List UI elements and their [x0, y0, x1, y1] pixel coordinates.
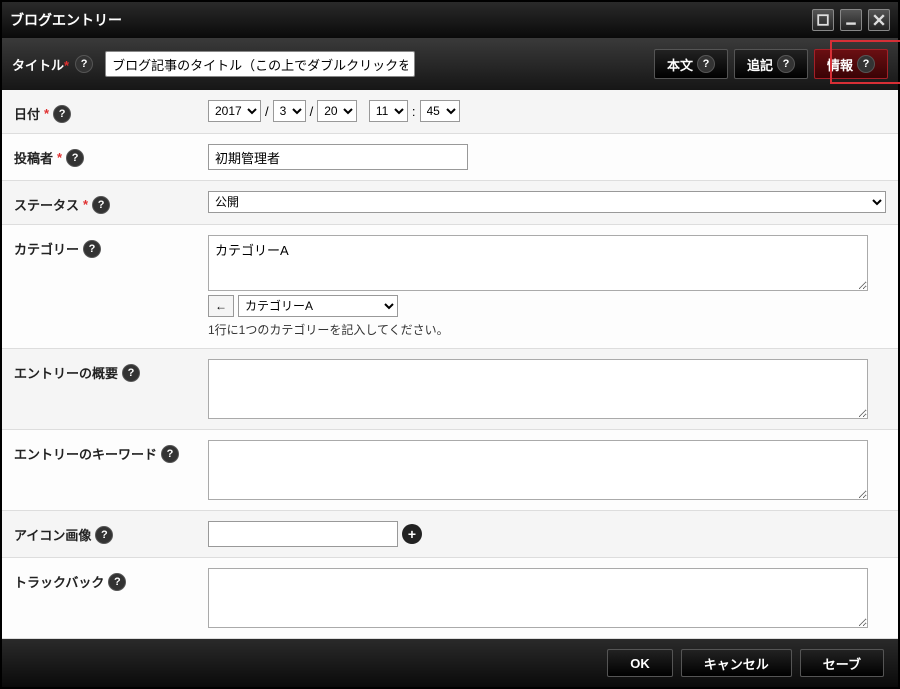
title-input[interactable]: [105, 51, 415, 77]
tab-append[interactable]: 追記?: [734, 49, 808, 79]
category-hint: 1行に1つのカテゴリーを記入してください。: [208, 321, 886, 338]
keywords-label: エントリーのキーワード: [14, 444, 157, 463]
icon-image-input[interactable]: [208, 521, 398, 547]
date-label: 日付: [14, 104, 40, 123]
help-icon[interactable]: ?: [95, 526, 113, 544]
add-icon[interactable]: +: [402, 524, 422, 544]
help-icon[interactable]: ?: [777, 55, 795, 73]
cancel-button[interactable]: キャンセル: [681, 649, 792, 677]
tab-body[interactable]: 本文?: [654, 49, 728, 79]
row-summary: エントリーの概要 ?: [2, 349, 898, 430]
row-trackback: トラックバック ?: [2, 558, 898, 639]
toolbar: タイトル* ? 本文? 追記? 情報?: [2, 38, 898, 90]
blog-entry-window: ブログエントリー タイトル* ? 本文? 追記? 情報? 日付* ? 2017 …: [0, 0, 900, 689]
form-body: 日付* ? 2017 / 3 / 20 11 : 45 投稿者* ? ステータス…: [2, 90, 898, 639]
trackback-label: トラックバック: [14, 572, 104, 591]
row-date: 日付* ? 2017 / 3 / 20 11 : 45: [2, 90, 898, 134]
category-label: カテゴリー: [14, 239, 79, 258]
date-hour-select[interactable]: 11: [369, 100, 408, 122]
help-icon[interactable]: ?: [83, 240, 101, 258]
maximize-icon[interactable]: [812, 9, 834, 31]
window-title: ブログエントリー: [10, 10, 806, 30]
save-button[interactable]: セーブ: [800, 649, 884, 677]
category-select[interactable]: カテゴリーA: [238, 295, 398, 317]
icon-image-label: アイコン画像: [14, 525, 91, 544]
date-month-select[interactable]: 3: [273, 100, 306, 122]
row-keywords: エントリーのキーワード ?: [2, 430, 898, 511]
status-label: ステータス: [14, 195, 79, 214]
category-add-button[interactable]: ←: [208, 295, 234, 317]
close-icon[interactable]: [868, 9, 890, 31]
summary-textarea[interactable]: [208, 359, 868, 419]
author-input[interactable]: [208, 144, 468, 170]
help-icon[interactable]: ?: [108, 573, 126, 591]
help-icon[interactable]: ?: [161, 445, 179, 463]
date-year-select[interactable]: 2017: [208, 100, 261, 122]
help-icon[interactable]: ?: [122, 364, 140, 382]
date-day-select[interactable]: 20: [317, 100, 357, 122]
help-icon[interactable]: ?: [857, 55, 875, 73]
row-icon: アイコン画像 ? +: [2, 511, 898, 558]
help-icon[interactable]: ?: [53, 105, 71, 123]
title-label: タイトル*: [12, 55, 69, 74]
help-icon[interactable]: ?: [697, 55, 715, 73]
status-select[interactable]: 公開: [208, 191, 886, 213]
tab-info[interactable]: 情報?: [814, 49, 888, 79]
row-status: ステータス* ? 公開: [2, 181, 898, 225]
trackback-textarea[interactable]: [208, 568, 868, 628]
date-minute-select[interactable]: 45: [420, 100, 460, 122]
minimize-icon[interactable]: [840, 9, 862, 31]
ok-button[interactable]: OK: [607, 649, 673, 677]
help-icon[interactable]: ?: [92, 196, 110, 214]
row-category: カテゴリー ? カテゴリーA ← カテゴリーA 1行に1つのカテゴリーを記入して…: [2, 225, 898, 349]
help-icon[interactable]: ?: [66, 149, 84, 167]
footer: OK キャンセル セーブ: [2, 639, 898, 687]
help-icon[interactable]: ?: [75, 55, 93, 73]
titlebar: ブログエントリー: [2, 2, 898, 38]
row-author: 投稿者* ?: [2, 134, 898, 181]
category-textarea[interactable]: カテゴリーA: [208, 235, 868, 291]
keywords-textarea[interactable]: [208, 440, 868, 500]
summary-label: エントリーの概要: [14, 363, 118, 382]
author-label: 投稿者: [14, 148, 53, 167]
